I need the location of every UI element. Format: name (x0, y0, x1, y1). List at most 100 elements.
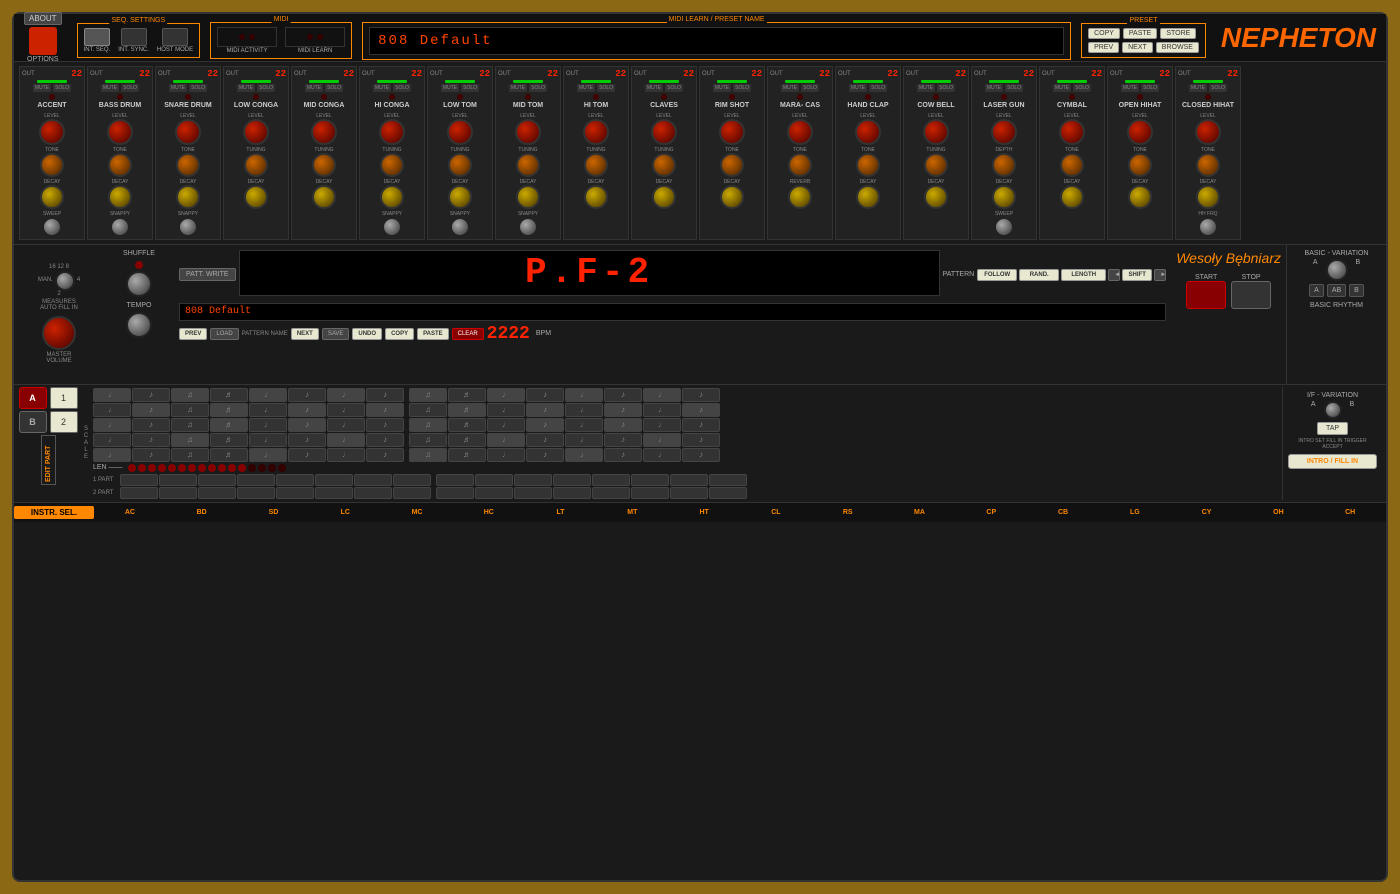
mute-btn-rim_shot[interactable]: MUTE (713, 84, 731, 92)
level-knob-mid_conga[interactable] (311, 119, 337, 145)
step-btn-row3-9[interactable]: ♬ (448, 433, 486, 447)
step-btn-row4-3[interactable]: ♬ (210, 448, 248, 462)
level-knob-closed_hihat[interactable] (1195, 119, 1221, 145)
len-dot-5[interactable] (178, 464, 186, 472)
step-btn-row3-12[interactable]: ♩ (565, 433, 603, 447)
mute-btn-cow_bell[interactable]: MUTE (917, 84, 935, 92)
mute-btn-claves[interactable]: MUTE (645, 84, 663, 92)
step-btn-row4-14[interactable]: ♩ (643, 448, 681, 462)
step-btn-row2-4[interactable]: ♩ (249, 418, 287, 432)
copy-pattern-button[interactable]: COPY (385, 328, 414, 340)
step-btn-row3-0[interactable]: ♩ (93, 433, 131, 447)
step-btn-row0-10[interactable]: ♩ (487, 388, 525, 402)
level-knob-hand_clap[interactable] (855, 119, 881, 145)
mute-btn-accent[interactable]: MUTE (33, 84, 51, 92)
shift-left-button[interactable]: ◄ (1108, 269, 1120, 281)
step-btn-row2-2[interactable]: ♫ (171, 418, 209, 432)
solo-btn-closed_hihat[interactable]: SOLO (1209, 84, 1227, 92)
step-btn-row1-4[interactable]: ♩ (249, 403, 287, 417)
level-knob-low_conga[interactable] (243, 119, 269, 145)
tap-button[interactable]: TAP (1317, 422, 1348, 435)
len-dot-1[interactable] (138, 464, 146, 472)
level-knob-low_tom[interactable] (447, 119, 473, 145)
step-btn-row2-10[interactable]: ♩ (487, 418, 525, 432)
level-knob-claves[interactable] (651, 119, 677, 145)
tone-knob-hi_conga[interactable] (380, 153, 404, 177)
step-btn-row1-2[interactable]: ♫ (171, 403, 209, 417)
solo-btn-rim_shot[interactable]: SOLO (733, 84, 751, 92)
step-btn-row2-14[interactable]: ♩ (643, 418, 681, 432)
part-btn-1-9[interactable] (475, 487, 513, 499)
tone-knob-low_conga[interactable] (244, 153, 268, 177)
step-btn-row2-6[interactable]: ♩ (327, 418, 365, 432)
len-dot-9[interactable] (218, 464, 226, 472)
step-btn-row1-1[interactable]: ♪ (132, 403, 170, 417)
step-btn-row1-14[interactable]: ♩ (643, 403, 681, 417)
about-button[interactable]: ABOUT (24, 12, 62, 25)
step-btn-row0-7[interactable]: ♪ (366, 388, 404, 402)
save-button[interactable]: SAVE (322, 328, 350, 340)
step-btn-row3-10[interactable]: ♩ (487, 433, 525, 447)
step-btn-row4-5[interactable]: ♪ (288, 448, 326, 462)
var-ab-button[interactable]: AB (1327, 284, 1346, 297)
step-btn-row4-12[interactable]: ♩ (565, 448, 603, 462)
step-btn-row0-6[interactable]: ♩ (327, 388, 365, 402)
step-btn-row3-14[interactable]: ♩ (643, 433, 681, 447)
part-btn-0-0[interactable] (120, 474, 158, 486)
decay-knob-cow_bell[interactable] (924, 185, 948, 209)
step-btn-row0-15[interactable]: ♪ (682, 388, 720, 402)
solo-btn-mid_conga[interactable]: SOLO (325, 84, 343, 92)
extra-knob-closed_hihat[interactable] (1198, 217, 1218, 237)
step-btn-row1-6[interactable]: ♩ (327, 403, 365, 417)
variation-knob[interactable] (1326, 259, 1348, 281)
step-btn-row2-11[interactable]: ♪ (526, 418, 564, 432)
level-knob-mid_tom[interactable] (515, 119, 541, 145)
decay-knob-snare_drum[interactable] (176, 185, 200, 209)
step-btn-row4-10[interactable]: ♩ (487, 448, 525, 462)
mute-btn-hi_conga[interactable]: MUTE (373, 84, 391, 92)
mute-btn-bass_drum[interactable]: MUTE (101, 84, 119, 92)
level-knob-laser_gun[interactable] (991, 119, 1017, 145)
shift-right-button[interactable]: ► (1154, 269, 1166, 281)
extra-knob-hi_conga[interactable] (382, 217, 402, 237)
part-btn-0-12[interactable] (592, 474, 630, 486)
int-sync-button[interactable]: INT. SYNC. (118, 28, 149, 53)
prev-pattern-button[interactable]: PREV (179, 328, 207, 340)
mute-btn-cymbal[interactable]: MUTE (1053, 84, 1071, 92)
decay-knob-hi_tom[interactable] (584, 185, 608, 209)
len-dot-7[interactable] (198, 464, 206, 472)
decay-knob-low_conga[interactable] (244, 185, 268, 209)
step-btn-row1-12[interactable]: ♩ (565, 403, 603, 417)
step-btn-row3-4[interactable]: ♩ (249, 433, 287, 447)
tone-knob-hand_clap[interactable] (856, 153, 880, 177)
solo-btn-bass_drum[interactable]: SOLO (121, 84, 139, 92)
part-btn-1-2[interactable] (198, 487, 236, 499)
step-btn-row1-5[interactable]: ♪ (288, 403, 326, 417)
solo-btn-snare_drum[interactable]: SOLO (189, 84, 207, 92)
step-btn-row4-2[interactable]: ♫ (171, 448, 209, 462)
part-btn-1-5[interactable] (315, 487, 353, 499)
solo-btn-hi_conga[interactable]: SOLO (393, 84, 411, 92)
part-btn-0-6[interactable] (354, 474, 392, 486)
level-knob-bass_drum[interactable] (107, 119, 133, 145)
decay-knob-maracas[interactable] (788, 185, 812, 209)
step-btn-row3-8[interactable]: ♫ (409, 433, 447, 447)
tone-knob-open_hihat[interactable] (1128, 153, 1152, 177)
part-btn-1-3[interactable] (237, 487, 275, 499)
step-btn-row0-8[interactable]: ♫ (409, 388, 447, 402)
step-btn-row2-15[interactable]: ♪ (682, 418, 720, 432)
level-knob-open_hihat[interactable] (1127, 119, 1153, 145)
part-btn-0-14[interactable] (670, 474, 708, 486)
stop-button[interactable] (1231, 281, 1271, 309)
mute-btn-low_tom[interactable]: MUTE (441, 84, 459, 92)
step-btn-row1-0[interactable]: ♩ (93, 403, 131, 417)
step-btn-row2-8[interactable]: ♫ (409, 418, 447, 432)
tone-knob-low_tom[interactable] (448, 153, 472, 177)
extra-knob-laser_gun[interactable] (994, 217, 1014, 237)
tone-knob-maracas[interactable] (788, 153, 812, 177)
decay-knob-laser_gun[interactable] (992, 185, 1016, 209)
step-btn-row4-15[interactable]: ♪ (682, 448, 720, 462)
edit-part-a-button[interactable]: A (19, 387, 47, 409)
len-dot-15[interactable] (278, 464, 286, 472)
solo-btn-maracas[interactable]: SOLO (801, 84, 819, 92)
